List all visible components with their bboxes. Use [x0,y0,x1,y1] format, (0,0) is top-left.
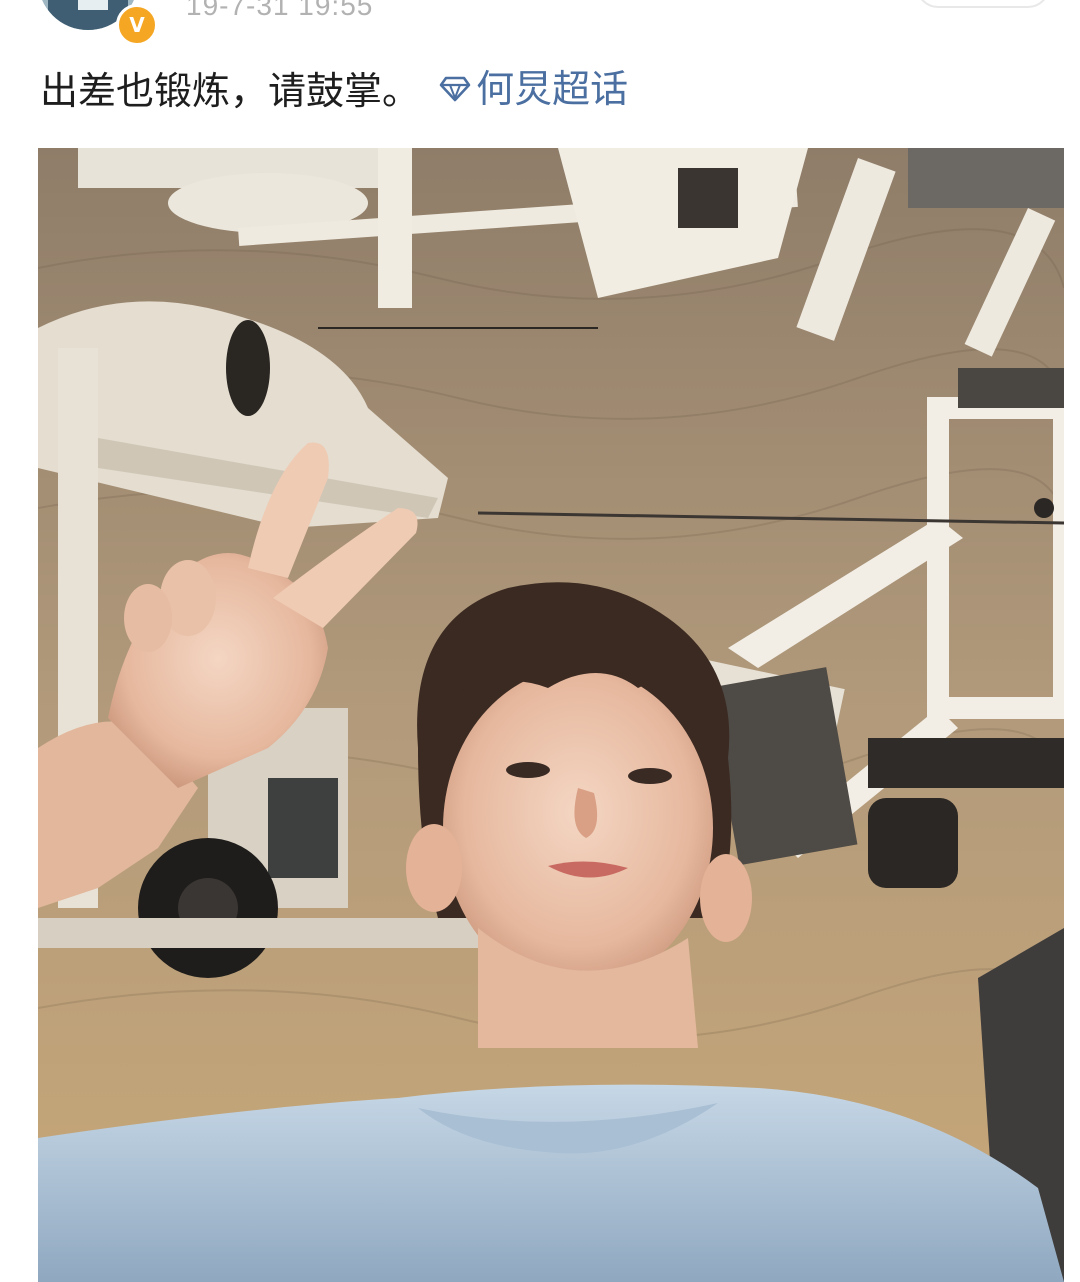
gym-selfie-image [38,148,1064,1282]
post-timestamp: 19-7-31 19:55 [186,0,374,21]
post-content: 出差也锻炼，请鼓掌。 何炅超话 [40,64,628,116]
weibo-post: V 19-7-31 19:55 出差也锻炼，请鼓掌。 何炅超话 [0,0,1080,1282]
author-avatar-wrap[interactable]: V [38,0,158,46]
follow-button[interactable] [916,0,1050,8]
post-text: 出差也锻炼，请鼓掌。 [40,69,421,113]
topic-link[interactable]: 何炅超话 [432,64,628,114]
topic-label: 何炅超话 [476,67,629,111]
verified-badge: V [116,4,158,46]
post-photo[interactable] [38,148,1064,1282]
diamond-icon [439,76,471,102]
